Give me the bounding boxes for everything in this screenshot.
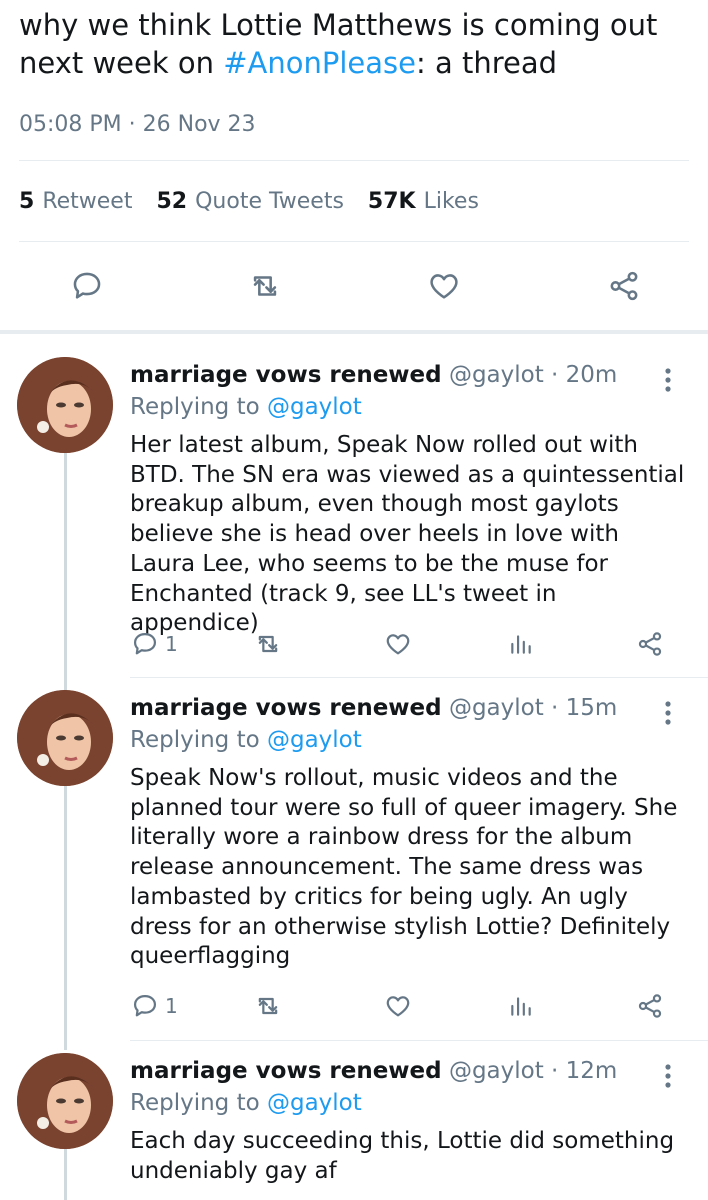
reply-header: marriage vows renewed @gaylot · 12m <box>130 1055 617 1087</box>
like-icon <box>386 996 410 1017</box>
like-icon <box>386 634 410 655</box>
display-name[interactable]: marriage vows renewed <box>130 362 442 388</box>
share-icon <box>610 271 638 301</box>
reply-tweet[interactable]: marriage vows renewed @gaylot · 15m Repl… <box>0 690 708 1040</box>
reply-time: · 15m <box>551 695 618 721</box>
more-button[interactable] <box>656 1061 680 1091</box>
display-name[interactable]: marriage vows renewed <box>130 1058 442 1084</box>
divider <box>130 1040 708 1041</box>
tweet-detail-page: why we think Lottie Matthews is coming o… <box>0 0 708 1200</box>
replying-to: Replying to @gaylot <box>130 1087 362 1119</box>
reply-button[interactable] <box>67 266 107 306</box>
retweet-icon <box>253 276 277 296</box>
reply-icon <box>73 272 101 299</box>
reply-button[interactable]: 1 <box>131 989 178 1023</box>
replying-prefix: Replying to <box>130 1090 260 1116</box>
divider <box>130 677 708 678</box>
mention-link[interactable]: @gaylot <box>267 727 362 753</box>
reply-text: Speak Now's rollout, music videos and th… <box>130 765 678 970</box>
likes-count: 57K <box>367 189 416 214</box>
quotes-label: Quote Tweets <box>195 189 344 214</box>
main-tweet-text: why we think Lottie Matthews is coming o… <box>19 6 699 82</box>
avatar-image <box>17 1053 113 1149</box>
reply-header: marriage vows renewed @gaylot · 15m <box>130 692 617 724</box>
retweet-button[interactable] <box>245 266 285 306</box>
replying-to: Replying to @gaylot <box>130 391 362 423</box>
replying-prefix: Replying to <box>130 727 260 753</box>
reply-tweet[interactable]: marriage vows renewed @gaylot · 12m Repl… <box>0 1053 708 1200</box>
main-tweet-actions <box>0 266 708 306</box>
replying-prefix: Replying to <box>130 394 260 420</box>
mention-link[interactable]: @gaylot <box>267 1090 362 1116</box>
retweet-icon <box>258 635 278 653</box>
reply-time: · 20m <box>551 362 618 388</box>
reply-count: 1 <box>165 994 178 1018</box>
share-button[interactable] <box>636 627 664 661</box>
display-name[interactable]: marriage vows renewed <box>130 695 442 721</box>
user-handle[interactable]: @gaylot <box>449 695 544 721</box>
likes-label: Likes <box>423 189 479 214</box>
like-icon <box>430 274 458 299</box>
more-icon <box>665 701 671 725</box>
reply-icon <box>133 994 157 1017</box>
reply-header: marriage vows renewed @gaylot · 20m <box>130 359 617 391</box>
more-button[interactable] <box>656 698 680 728</box>
likes-stat[interactable]: 57K Likes <box>368 186 479 218</box>
tweet-stats: 5 Retweet 52 Quote Tweets 57K Likes <box>19 186 479 218</box>
avatar-image <box>17 357 113 453</box>
like-button[interactable] <box>383 627 413 661</box>
more-icon <box>665 368 671 392</box>
like-button[interactable] <box>424 266 464 306</box>
divider <box>19 241 689 242</box>
retweets-stat[interactable]: 5 Retweet <box>19 186 132 218</box>
share-button[interactable] <box>604 266 644 306</box>
analytics-button[interactable] <box>508 627 534 661</box>
user-handle[interactable]: @gaylot <box>449 362 544 388</box>
reply-text: Each day succeeding this, Lottie did som… <box>130 1128 675 1184</box>
quotes-count: 52 <box>156 189 188 214</box>
reply-text: Her latest album, Speak Now rolled out w… <box>130 432 685 637</box>
share-icon <box>638 994 662 1018</box>
reply-actions: 1 <box>0 627 708 661</box>
hashtag-link[interactable]: #AnonPlease <box>223 46 416 80</box>
reply-count: 1 <box>165 632 178 656</box>
reply-time: · 12m <box>551 1058 618 1084</box>
retweets-count: 5 <box>19 189 35 214</box>
retweets-label: Retweet <box>42 189 133 214</box>
tweet-timestamp[interactable]: 05:08 PM · 26 Nov 23 <box>19 110 256 140</box>
more-icon <box>665 1064 671 1088</box>
like-button[interactable] <box>383 989 413 1023</box>
quote-tweets-stat[interactable]: 52 Quote Tweets <box>156 186 343 218</box>
replying-to: Replying to @gaylot <box>130 724 362 756</box>
analytics-icon <box>511 997 531 1016</box>
avatar[interactable] <box>17 357 113 453</box>
mention-link[interactable]: @gaylot <box>267 394 362 420</box>
share-icon <box>638 632 662 656</box>
share-button[interactable] <box>636 989 664 1023</box>
reply-tweet[interactable]: marriage vows renewed @gaylot · 20m Repl… <box>0 357 708 677</box>
section-separator <box>0 330 708 334</box>
avatar[interactable] <box>17 1053 113 1149</box>
avatar-image <box>17 690 113 786</box>
reply-actions: 1 <box>0 989 708 1023</box>
divider <box>19 160 689 161</box>
main-tweet-text-part: : a thread <box>415 46 558 80</box>
analytics-icon <box>511 635 531 654</box>
user-handle[interactable]: @gaylot <box>449 1058 544 1084</box>
retweet-button[interactable] <box>252 989 284 1023</box>
retweet-button[interactable] <box>252 627 284 661</box>
retweet-icon <box>258 997 278 1015</box>
reply-icon <box>133 632 157 655</box>
analytics-button[interactable] <box>508 989 534 1023</box>
more-button[interactable] <box>656 365 680 395</box>
avatar[interactable] <box>17 690 113 786</box>
reply-button[interactable]: 1 <box>131 627 178 661</box>
